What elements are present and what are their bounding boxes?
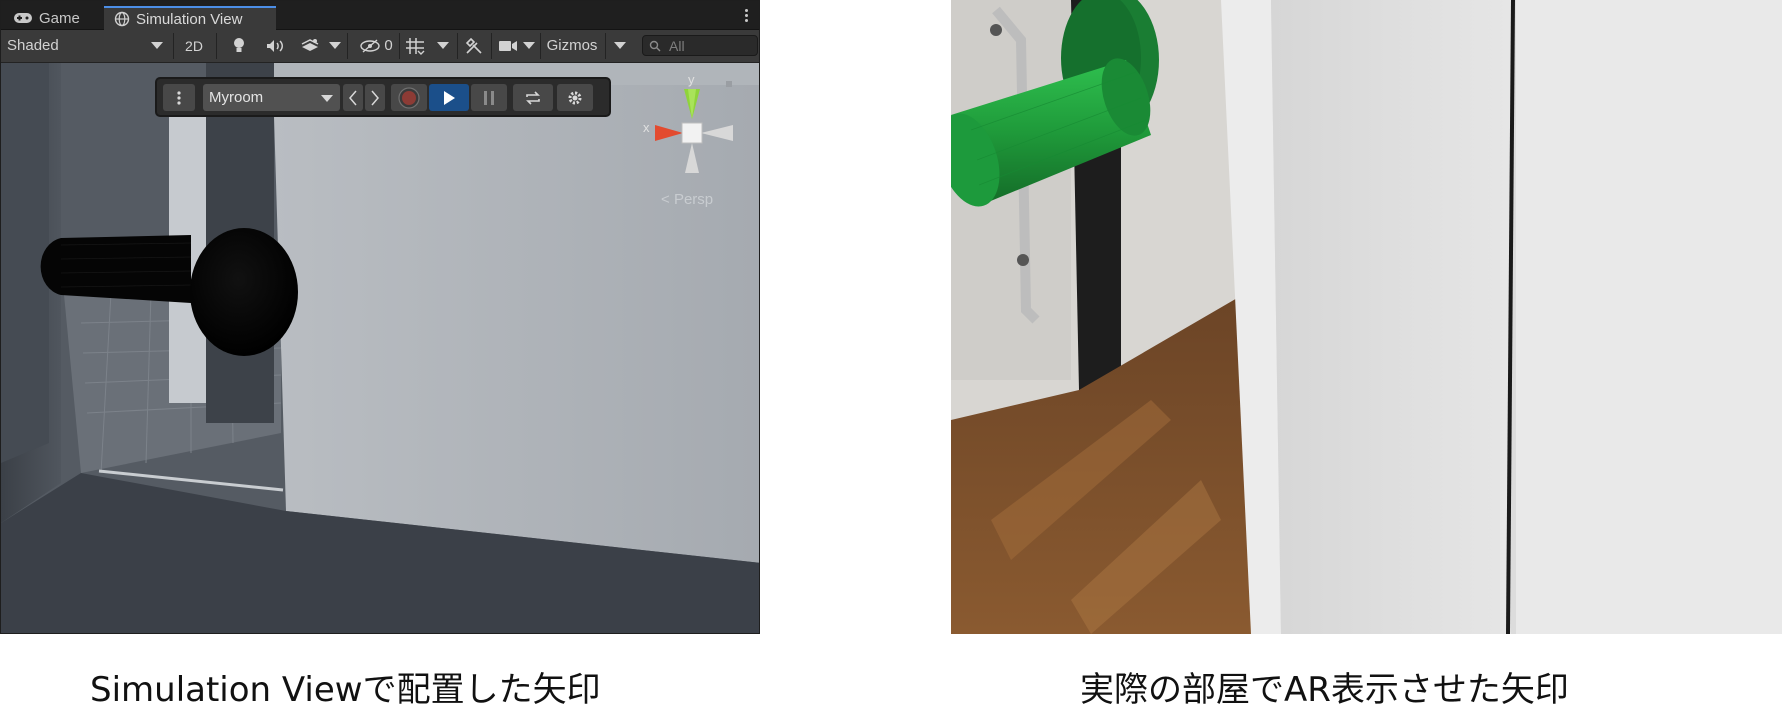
scene-toolbar: Shaded 2D 0 Gizmos All bbox=[1, 30, 759, 63]
tab-bar: Game Simulation View bbox=[1, 1, 759, 30]
tab-game[interactable]: Game bbox=[3, 6, 103, 30]
next-environment-button[interactable] bbox=[365, 84, 385, 111]
tab-game-label: Game bbox=[39, 9, 80, 27]
loop-icon bbox=[526, 90, 540, 105]
globe-icon bbox=[114, 11, 130, 27]
eye-slash-icon bbox=[359, 38, 381, 53]
shading-mode-value: Shaded bbox=[7, 37, 59, 54]
simulation-controls-overlay: Myroom bbox=[155, 77, 611, 117]
gamepad-icon bbox=[13, 12, 33, 24]
tab-simulation-view[interactable]: Simulation View bbox=[104, 6, 276, 30]
tools-icon[interactable] bbox=[462, 33, 486, 58]
grid-dropdown-icon[interactable] bbox=[435, 33, 451, 58]
search-placeholder: All bbox=[669, 37, 685, 54]
persp-arrow-icon: < bbox=[661, 191, 674, 208]
record-icon bbox=[398, 86, 420, 109]
audio-toggle-icon[interactable] bbox=[263, 33, 287, 58]
hidden-objects-toggle[interactable]: 0 bbox=[353, 33, 399, 58]
ar-camera-photo bbox=[951, 0, 1782, 634]
chevron-down-icon bbox=[321, 95, 333, 102]
toggle-2d-button[interactable]: 2D bbox=[176, 33, 212, 58]
tab-simulation-view-label: Simulation View bbox=[136, 10, 243, 28]
search-input[interactable]: All bbox=[642, 35, 758, 56]
caption-simulation: Simulation Viewで配置した矢印 bbox=[90, 670, 601, 710]
pause-icon bbox=[484, 90, 494, 105]
caption-ar: 実際の部屋でAR表示させた矢印 bbox=[1080, 670, 1569, 710]
loop-button[interactable] bbox=[513, 84, 553, 111]
play-button[interactable] bbox=[429, 84, 469, 111]
gizmo-y-label: y bbox=[688, 73, 695, 87]
pause-button[interactable] bbox=[471, 84, 507, 111]
gizmos-button[interactable]: Gizmos bbox=[542, 33, 602, 58]
camera-dropdown-icon[interactable] bbox=[521, 33, 537, 58]
search-icon bbox=[649, 40, 661, 51]
play-icon bbox=[444, 90, 455, 105]
simulation-view-window: Game Simulation View Shaded 2D 0 Gizmos … bbox=[0, 0, 760, 634]
shading-mode-dropdown[interactable]: Shaded bbox=[1, 33, 171, 58]
gizmos-dropdown-icon[interactable] bbox=[608, 33, 632, 58]
previous-environment-button[interactable] bbox=[343, 84, 363, 111]
window-menu-icon[interactable] bbox=[741, 7, 751, 25]
gear-icon bbox=[568, 91, 582, 104]
overlay-menu-icon[interactable] bbox=[163, 84, 195, 111]
hidden-count: 0 bbox=[384, 37, 393, 54]
grid-toggle-icon[interactable] bbox=[402, 33, 428, 58]
camera-icon[interactable] bbox=[496, 33, 520, 58]
projection-label[interactable]: < Persp bbox=[661, 191, 713, 208]
environment-value: Myroom bbox=[209, 89, 264, 106]
gizmo-x-label: x bbox=[643, 120, 650, 135]
chevron-down-icon bbox=[151, 42, 163, 49]
lighting-toggle-icon[interactable] bbox=[227, 33, 251, 58]
settings-button[interactable] bbox=[557, 84, 593, 111]
chevron-left-icon bbox=[349, 90, 357, 105]
effects-toggle-icon[interactable] bbox=[297, 33, 323, 58]
environment-dropdown[interactable]: Myroom bbox=[203, 84, 340, 111]
chevron-right-icon bbox=[371, 90, 379, 105]
record-button[interactable] bbox=[391, 84, 427, 111]
effects-dropdown-icon[interactable] bbox=[327, 33, 343, 58]
